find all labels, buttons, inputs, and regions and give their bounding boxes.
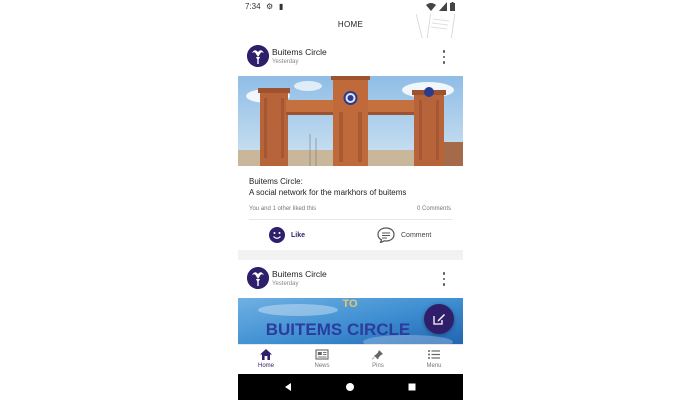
gear-icon: ⚙ bbox=[266, 2, 274, 11]
markhor-logo-icon bbox=[247, 267, 269, 289]
pin-icon bbox=[372, 349, 383, 360]
avatar[interactable] bbox=[247, 267, 269, 289]
comment-button[interactable]: Comment bbox=[377, 226, 431, 244]
nav-home[interactable]: Home bbox=[238, 345, 294, 375]
more-options-icon[interactable] bbox=[441, 50, 447, 64]
likes-summary[interactable]: You and 1 other liked this bbox=[249, 206, 316, 212]
sd-card-icon: ▮ bbox=[279, 2, 284, 11]
signal-icon bbox=[439, 2, 447, 11]
markhor-logo-icon bbox=[247, 45, 269, 67]
status-bar: 7:34 ⚙ ▮ bbox=[238, 0, 463, 14]
wifi-icon bbox=[426, 3, 436, 11]
like-label: Like bbox=[291, 231, 306, 239]
nav-home-label: Home bbox=[257, 363, 274, 369]
post-header: Buitems Circle Yesterday bbox=[238, 38, 463, 76]
menu-icon bbox=[428, 350, 440, 359]
bottom-navigation: Home News Pins Menu bbox=[238, 344, 463, 374]
more-options-icon[interactable] bbox=[441, 272, 447, 286]
compose-post-button[interactable] bbox=[424, 304, 454, 334]
post-card: Buitems Circle Yesterday bbox=[238, 38, 463, 250]
comment-icon bbox=[377, 227, 395, 243]
comment-label: Comment bbox=[401, 231, 432, 239]
like-button[interactable]: Like bbox=[269, 226, 305, 244]
banner-small-text: TO bbox=[342, 298, 358, 310]
post-author[interactable]: Buitems Circle bbox=[272, 47, 327, 57]
comments-count[interactable]: 0 Comments bbox=[417, 206, 451, 212]
battery-icon bbox=[450, 2, 455, 11]
smiley-icon bbox=[269, 227, 285, 243]
newspaper-icon bbox=[315, 349, 329, 360]
campus-gate-image bbox=[238, 76, 463, 166]
nav-menu-label: Menu bbox=[426, 363, 442, 369]
newspaper-decoration-icon bbox=[415, 14, 456, 38]
phone-screen: 7:34 ⚙ ▮ HOME Buitems Circle Yesterday B… bbox=[238, 0, 463, 400]
nav-menu[interactable]: Menu bbox=[406, 345, 462, 375]
nav-news-label: News bbox=[314, 363, 330, 369]
nav-news[interactable]: News bbox=[294, 345, 350, 375]
post-time: Yesterday bbox=[272, 59, 299, 65]
post-image[interactable] bbox=[238, 76, 463, 166]
divider bbox=[249, 219, 452, 220]
post-author[interactable]: Buitems Circle bbox=[272, 269, 327, 279]
edit-icon bbox=[433, 314, 445, 325]
nav-pins[interactable]: Pins bbox=[350, 345, 406, 375]
banner-big-text: BUITEMS CIRCLE bbox=[266, 320, 411, 339]
nav-pins-label: Pins bbox=[372, 363, 384, 369]
system-navigation-bar bbox=[238, 374, 463, 400]
caption-title: Buitems Circle: bbox=[249, 177, 303, 186]
app-bar: HOME bbox=[238, 14, 463, 38]
recents-icon[interactable] bbox=[407, 382, 417, 392]
post-time: Yesterday bbox=[272, 281, 299, 287]
home-icon bbox=[260, 349, 272, 360]
feed[interactable]: Buitems Circle Yesterday Buitems Circle:… bbox=[238, 38, 463, 344]
status-time: 7:34 bbox=[245, 2, 261, 11]
post-caption: Buitems Circle: A social network for the… bbox=[249, 177, 406, 198]
back-icon[interactable] bbox=[283, 382, 293, 392]
caption-text: A social network for the markhors of bui… bbox=[249, 187, 407, 197]
post-header: Buitems Circle Yesterday bbox=[238, 260, 463, 298]
post-card: Buitems Circle Yesterday bbox=[238, 260, 463, 344]
home-circle-icon[interactable] bbox=[345, 382, 355, 392]
avatar[interactable] bbox=[247, 45, 269, 67]
